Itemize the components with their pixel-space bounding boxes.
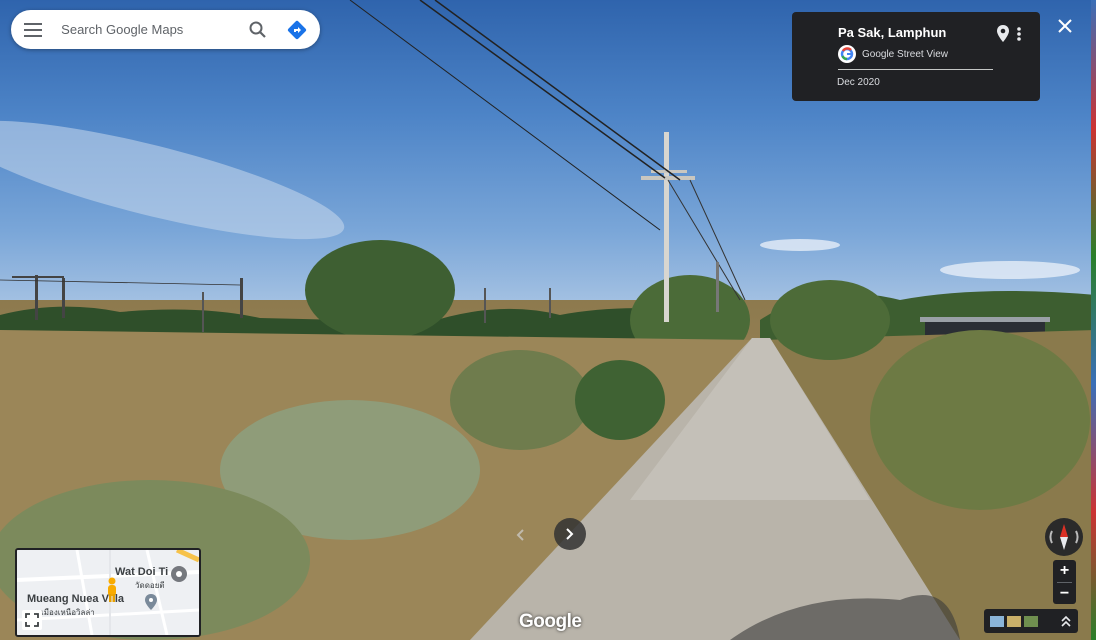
compass-icon (1049, 524, 1079, 550)
google-g-icon (838, 45, 856, 63)
pegman-icon (108, 577, 116, 602)
chevron-right-icon (566, 528, 574, 540)
source-label: Google Street View (862, 48, 948, 60)
navigate-back-button[interactable] (510, 524, 532, 546)
map-place-label: Wat Doi Ti (115, 566, 169, 578)
expand-map-button[interactable] (22, 610, 42, 630)
pin-button[interactable] (995, 24, 1011, 44)
compass-button[interactable] (1045, 518, 1083, 556)
map-place-label-local: วัดดอยตี (135, 581, 165, 590)
directions-icon (287, 20, 306, 39)
card-divider (838, 69, 993, 70)
search-input[interactable] (55, 21, 240, 38)
more-vert-icon (1017, 27, 1021, 41)
thumbnail (1024, 615, 1038, 627)
zoom-controls: + − (1053, 560, 1076, 604)
street-view-source: Google Street View (838, 45, 948, 63)
thumbnail (990, 615, 1004, 627)
navigate-forward-button[interactable] (554, 518, 586, 550)
place-title[interactable]: Pa Sak, Lamphun (838, 25, 946, 40)
search-icon (249, 21, 267, 38)
menu-icon (24, 22, 43, 37)
expand-icon (25, 613, 39, 627)
search-box (11, 10, 320, 49)
zoom-in-button[interactable]: + (1053, 560, 1076, 582)
capture-date[interactable]: Dec 2020 (837, 77, 880, 88)
chevron-up-icon (1061, 615, 1071, 627)
close-street-view-button[interactable] (1053, 14, 1077, 38)
search-button[interactable] (239, 10, 277, 49)
chevron-left-icon (516, 529, 524, 541)
thumbnail (1007, 615, 1021, 627)
edge-strip (1091, 0, 1096, 640)
location-info-card: Pa Sak, Lamphun Google Street View Dec 2… (792, 12, 1040, 101)
directions-button[interactable] (278, 10, 316, 49)
pin-icon (997, 25, 1009, 42)
mini-map[interactable]: Wat Doi Ti วัดดอยตี Mueang Nuea Villa เม… (15, 548, 201, 637)
photo-filmstrip-toggle[interactable] (984, 609, 1078, 633)
menu-button[interactable] (11, 10, 55, 49)
close-icon (1058, 19, 1072, 33)
google-watermark: Google (519, 611, 582, 632)
zoom-out-button[interactable]: − (1053, 583, 1076, 605)
map-place-label-local: เมืองเหนือวิลล่า (41, 608, 95, 617)
more-options-button[interactable] (1012, 24, 1026, 44)
